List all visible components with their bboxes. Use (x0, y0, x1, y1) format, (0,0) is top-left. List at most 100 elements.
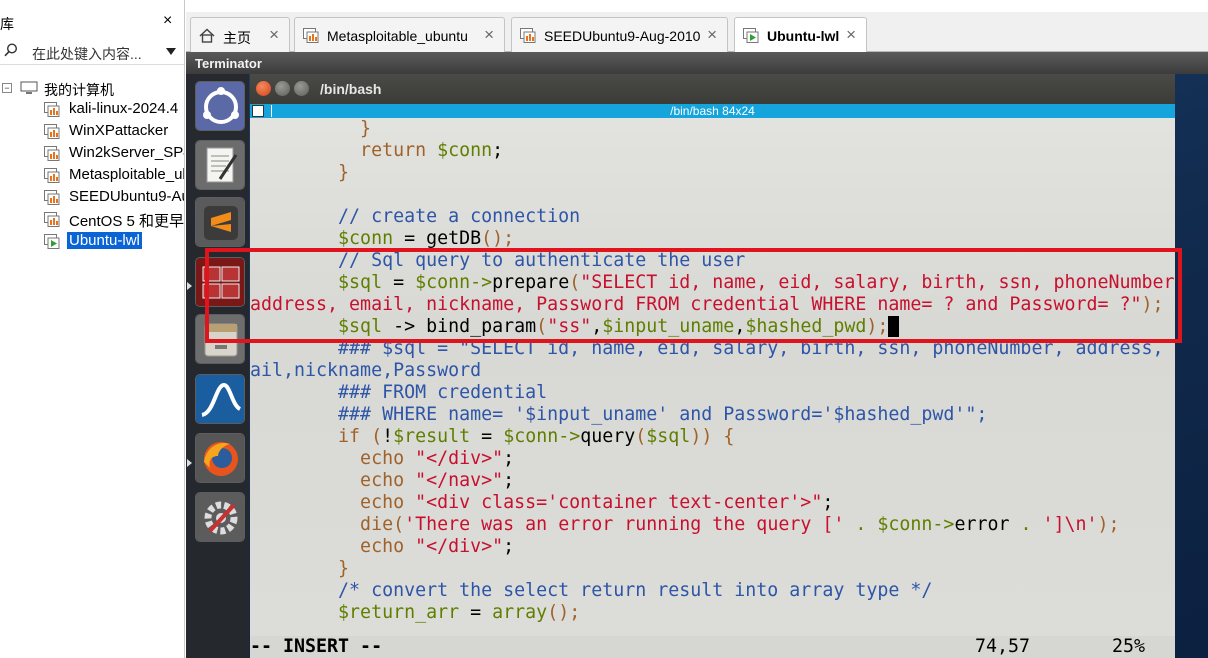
computer-icon (20, 81, 38, 94)
tab-vm[interactable]: SEEDUbuntu9-Aug-2010 × (511, 17, 728, 52)
vm-list-item[interactable]: Win2kServer_SP4 (42, 143, 184, 163)
code-token: "ss" (547, 316, 592, 337)
terminator-titlebar[interactable]: /bin/bash 84x24 (250, 104, 1175, 118)
code-token: getDB (426, 228, 482, 249)
code-line: echo "</div>"; (250, 536, 1175, 558)
file-manager-icon[interactable] (195, 314, 245, 364)
code-token: ; (503, 536, 515, 557)
text-cursor (888, 316, 900, 337)
code-token: query (580, 426, 636, 447)
system-settings-icon[interactable] (195, 492, 245, 542)
vm-icon (44, 146, 60, 161)
sublime-text-icon[interactable] (195, 197, 245, 247)
home-icon (199, 28, 215, 43)
code-token: ); (866, 316, 889, 337)
tab-bar: 主页 × Metasploitable_ubuntu × SEEDUbuntu9-Aug… (186, 12, 1208, 53)
code-token: ### FROM credential (250, 382, 548, 403)
vm-label: WinXPattacker (69, 122, 169, 139)
guest-screen[interactable]: Terminator /bin/bash /bin/bash 84x24 } r… (186, 52, 1208, 658)
vm-list-item[interactable]: WinXPattacker (42, 121, 184, 141)
vm-icon (44, 168, 60, 183)
vm-label: Metasploitable_ubuntu (69, 166, 184, 183)
tab-label: Ubuntu-lwl (767, 28, 840, 44)
code-token: ; (503, 448, 515, 469)
code-line: } (250, 162, 1175, 184)
code-token: -> (382, 316, 427, 337)
code-token: ']\n' (1042, 514, 1098, 535)
code-line: echo "<div class='container text-center'… (250, 492, 1175, 514)
tab-vm[interactable]: Ubuntu-lwl × (734, 17, 867, 53)
firefox-icon[interactable] (195, 433, 245, 483)
code-token: $hashed_pwd (745, 316, 867, 337)
search-input[interactable]: 在此处键入内容... (32, 44, 142, 64)
tab-label: SEEDUbuntu9-Aug-2010 (544, 28, 701, 44)
library-close-button[interactable]: × (163, 12, 172, 30)
code-token: // create a connection (250, 206, 581, 227)
terminal-window[interactable]: /bin/bash /bin/bash 84x24 } return $conn… (250, 74, 1175, 658)
code-line: // create a connection (250, 206, 1175, 228)
close-tab-button[interactable]: × (707, 25, 717, 45)
code-token: bind_param (426, 316, 537, 337)
code-token: die (250, 514, 394, 535)
ubuntu-dash-icon[interactable] (195, 81, 245, 131)
minimize-icon[interactable] (275, 81, 290, 96)
code-token: $sql (250, 272, 383, 293)
tab-home[interactable]: 主页 × (190, 17, 290, 52)
code-token: "</nav>" (415, 470, 504, 491)
terminal-window-header[interactable]: /bin/bash (250, 74, 1175, 104)
code-token: } (250, 162, 350, 183)
chevron-down-icon[interactable] (166, 48, 176, 55)
maximize-icon[interactable] (294, 81, 309, 96)
tree-root-label: 我的计算机 (44, 82, 114, 98)
vm-label: SEEDUbuntu9-Aug-2010 (69, 188, 184, 205)
scroll-percent: 25% (1112, 636, 1146, 657)
library-panel: 库 × 在此处键入内容... − 我的计算机 kali-linux-2024.4… (0, 0, 185, 658)
code-line: ### FROM credential (250, 382, 1175, 404)
vim-editor[interactable]: } return $conn; } // create a connection… (250, 118, 1175, 636)
code-line: } (250, 558, 1175, 580)
code-token: = (459, 602, 493, 623)
code-line: address, email, nickname, Password FROM … (250, 294, 1175, 316)
close-tab-button[interactable]: × (846, 25, 856, 45)
tree-root-my-computer[interactable]: − 我的计算机 (0, 79, 184, 99)
close-tab-button[interactable]: × (484, 25, 494, 45)
app-title: Terminator (195, 56, 262, 71)
library-search-box[interactable]: 在此处键入内容... (0, 39, 184, 65)
vm-running-icon (743, 28, 759, 43)
code-token: array (492, 602, 548, 623)
vm-list-item[interactable]: Ubuntu-lwl (42, 231, 184, 251)
vm-list-item[interactable]: Metasploitable_ubuntu (42, 165, 184, 185)
vm-icon (44, 190, 60, 205)
text-editor-icon[interactable] (195, 140, 245, 190)
wireshark-icon[interactable] (195, 374, 245, 424)
code-line: return $conn; (250, 140, 1175, 162)
window-title: /bin/bash (320, 81, 382, 97)
code-token: ( (371, 426, 383, 447)
code-token: 'There was an error running the query [' (404, 514, 845, 535)
vm-label: Ubuntu-lwl (67, 232, 142, 249)
code-token: ( (393, 514, 405, 535)
vm-list-item[interactable]: CentOS 5 和更早版本 (42, 209, 184, 229)
close-tab-button[interactable]: × (269, 25, 279, 45)
vm-list-item[interactable]: kali-linux-2024.4 (42, 99, 184, 119)
vim-mode: -- INSERT -- (250, 636, 383, 657)
vm-list-item[interactable]: SEEDUbuntu9-Aug-2010 (42, 187, 184, 207)
collapse-toggle[interactable]: − (2, 83, 12, 93)
code-token: , (734, 316, 746, 337)
code-line: // Sql query to authenticate the user (250, 250, 1175, 272)
code-token: ### WHERE name= '$input_uname' and Passw… (250, 404, 988, 425)
tab-vm[interactable]: Metasploitable_ubuntu × (294, 17, 505, 52)
code-token: ; (492, 140, 504, 161)
close-icon[interactable] (256, 81, 271, 96)
vm-label: kali-linux-2024.4 (69, 100, 179, 117)
terminator-icon[interactable] (195, 257, 245, 307)
code-token: ); (1097, 514, 1120, 535)
code-token: echo (250, 448, 416, 469)
code-token: ( (635, 426, 647, 447)
vm-icon (44, 102, 60, 117)
code-token: "SELECT id, name, eid, salary, birth, ss… (580, 272, 1175, 293)
search-icon (4, 43, 18, 57)
code-token: ### $sql = "SELECT id, name, eid, salary… (250, 338, 1175, 359)
vim-status-line: -- INSERT -- 74,57 25% (250, 636, 1175, 658)
code-line: /* convert the select return result into… (250, 580, 1175, 602)
